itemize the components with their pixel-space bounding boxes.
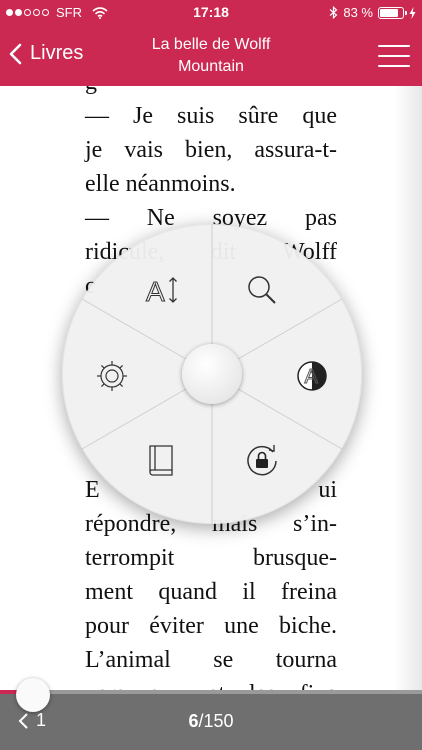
svg-text:A: A — [146, 276, 165, 307]
radial-menu: A A — [62, 224, 362, 524]
text-line: terrompit brusque- — [85, 545, 337, 571]
rotation-lock-icon — [247, 445, 277, 476]
menu-button[interactable] — [378, 45, 410, 67]
text-line: L’animal se tourna — [85, 647, 337, 673]
text-line: elle néanmoins. — [85, 171, 236, 197]
nav-bar: Livres La belle de Wolff Mountain — [0, 26, 422, 86]
current-page: 6 — [188, 711, 199, 731]
radial-center-button[interactable] — [182, 344, 242, 404]
page-title: La belle de Wolff Mountain — [110, 34, 312, 78]
back-button[interactable]: Livres — [8, 42, 83, 65]
back-label: Livres — [30, 42, 84, 64]
text-line: je vais bien, assura-t- — [85, 137, 337, 163]
library-button[interactable] — [134, 432, 190, 488]
search-icon — [248, 276, 276, 304]
chevron-left-icon — [9, 43, 22, 64]
settings-button[interactable] — [84, 348, 140, 404]
status-bar: SFR 17:18 83 % — [0, 0, 422, 26]
page-counter: 6/150 — [0, 711, 422, 732]
page-slider-handle[interactable] — [16, 678, 50, 712]
rotation-lock-button[interactable] — [234, 432, 290, 488]
text-line: g — [85, 86, 337, 99]
theme-button[interactable]: A — [284, 348, 340, 404]
title-line-2: Mountain — [178, 58, 244, 75]
text-line: — Je suis sûre que — [85, 103, 337, 129]
search-button[interactable] — [234, 262, 290, 318]
text-line: ment quand il freina — [85, 579, 337, 605]
title-line-1: La belle de Wolff — [151, 36, 271, 53]
settings-gear-icon — [97, 361, 127, 391]
bottom-bar: 1 6/150 — [0, 694, 422, 750]
svg-text:A: A — [305, 366, 319, 388]
charging-bolt-icon — [409, 6, 416, 19]
battery-icon — [378, 6, 407, 19]
font-size-button[interactable]: A — [134, 262, 190, 318]
total-pages: /150 — [198, 711, 234, 731]
text-line: pour éviter une biche. — [85, 613, 337, 639]
text-line: vers eux et les fixa — [85, 677, 337, 690]
bluetooth-icon — [329, 6, 338, 19]
battery-percent: 83 % — [343, 5, 373, 20]
book-icon — [149, 445, 173, 476]
font-size-icon: A — [146, 276, 177, 308]
battery-fill — [380, 8, 399, 17]
header: SFR 17:18 83 % Livres La belle de Wolff … — [0, 0, 422, 86]
contrast-theme-icon: A — [297, 361, 327, 391]
hamburger-icon — [378, 45, 410, 47]
